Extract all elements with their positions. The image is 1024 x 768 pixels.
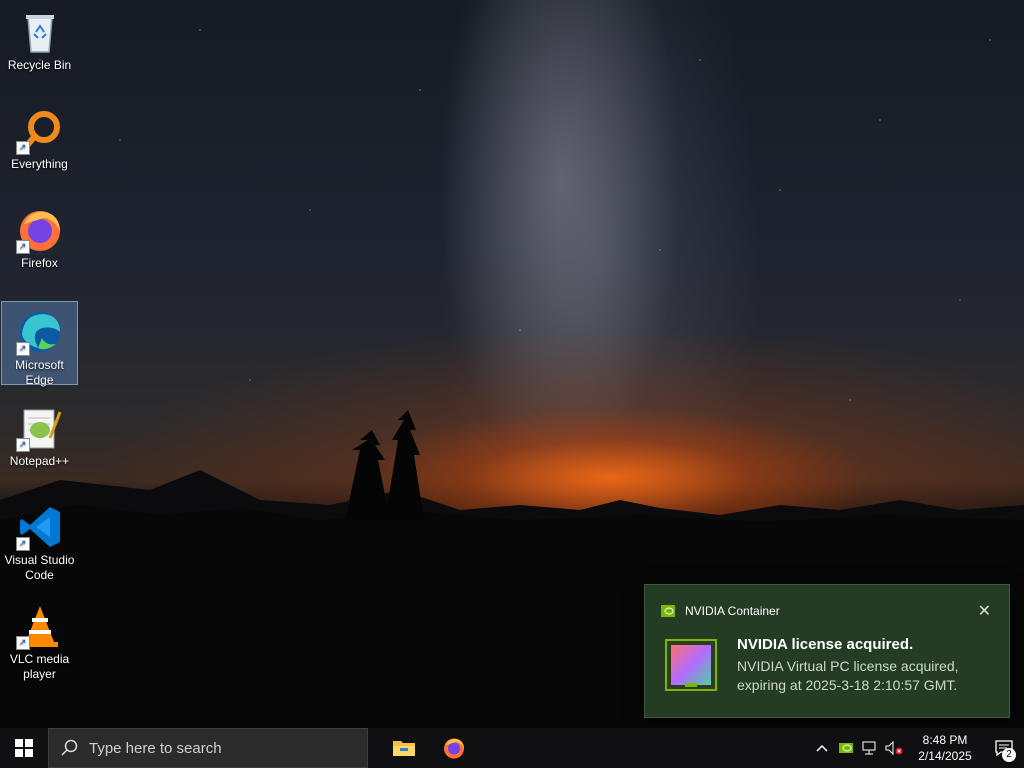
desktop-icon-everything[interactable]: ↗ Everything bbox=[2, 101, 77, 183]
windows-logo-icon bbox=[15, 739, 33, 757]
taskbar-clock[interactable]: 8:48 PM 2/14/2025 bbox=[914, 732, 976, 764]
desktop-icon-microsoft-edge[interactable]: ↗ Microsoft Edge bbox=[1, 301, 78, 387]
taskbar-file-explorer[interactable] bbox=[380, 728, 428, 768]
start-button[interactable] bbox=[0, 728, 48, 768]
shortcut-arrow-icon: ↗ bbox=[15, 537, 30, 551]
shortcut-arrow-icon: ↗ bbox=[15, 636, 30, 650]
toast-app-name: NVIDIA Container bbox=[685, 604, 780, 618]
desktop-icon-firefox[interactable]: ↗ Firefox bbox=[2, 200, 77, 282]
nvidia-chip-icon bbox=[665, 639, 717, 691]
search-placeholder: Type here to search bbox=[89, 739, 222, 757]
shortcut-arrow-icon: ↗ bbox=[15, 240, 30, 254]
edge-icon: ↗ bbox=[15, 308, 64, 356]
toast-body: NVIDIA Virtual PC license acquired, expi… bbox=[737, 658, 959, 693]
taskbar: Type here to search 8:48 PM 2/14/2025 2 bbox=[0, 728, 1024, 768]
nvidia-notification-toast[interactable]: NVIDIA Container ✕ NVIDIA license acquir… bbox=[644, 584, 1010, 718]
desktop-icon-notepad-plus-plus[interactable]: ↗ Notepad++ bbox=[2, 398, 77, 480]
nvidia-tray-icon[interactable] bbox=[834, 728, 858, 768]
search-icon bbox=[61, 739, 78, 756]
shortcut-arrow-icon: ↗ bbox=[15, 438, 30, 452]
toast-title: NVIDIA license acquired. bbox=[737, 636, 914, 653]
firefox-icon: ↗ bbox=[15, 206, 64, 254]
firefox-icon bbox=[444, 738, 464, 759]
chevron-up-icon[interactable] bbox=[810, 728, 834, 768]
volume-muted-icon[interactable] bbox=[882, 728, 906, 768]
vlc-icon: ↗ bbox=[15, 602, 64, 650]
desktop-icon-recycle-bin[interactable]: Recycle Bin bbox=[2, 2, 77, 84]
recycle-bin-icon bbox=[16, 8, 64, 56]
vscode-icon: ↗ bbox=[15, 503, 64, 551]
everything-search-icon: ↗ bbox=[15, 107, 64, 155]
toast-header: NVIDIA Container bbox=[661, 603, 780, 619]
notepad-plus-plus-icon: ↗ bbox=[15, 404, 64, 452]
network-icon[interactable] bbox=[858, 728, 882, 768]
system-tray: 8:48 PM 2/14/2025 2 bbox=[810, 728, 1024, 768]
nvidia-logo-icon bbox=[661, 605, 675, 617]
desktop-icon-vlc[interactable]: ↗ VLC media player bbox=[2, 596, 77, 681]
taskbar-search-box[interactable]: Type here to search bbox=[48, 728, 368, 768]
file-explorer-icon bbox=[393, 741, 415, 756]
close-icon[interactable]: ✕ bbox=[978, 601, 991, 621]
shortcut-arrow-icon: ↗ bbox=[15, 141, 30, 155]
taskbar-firefox[interactable] bbox=[430, 728, 478, 768]
notification-count-badge: 2 bbox=[1002, 748, 1016, 762]
clock-date: 2/14/2025 bbox=[918, 749, 972, 763]
desktop-icon-vscode[interactable]: ↗ Visual Studio Code bbox=[2, 497, 77, 582]
shortcut-arrow-icon: ↗ bbox=[15, 342, 30, 356]
action-center-button[interactable]: 2 bbox=[984, 728, 1024, 768]
clock-time: 8:48 PM bbox=[922, 733, 968, 747]
